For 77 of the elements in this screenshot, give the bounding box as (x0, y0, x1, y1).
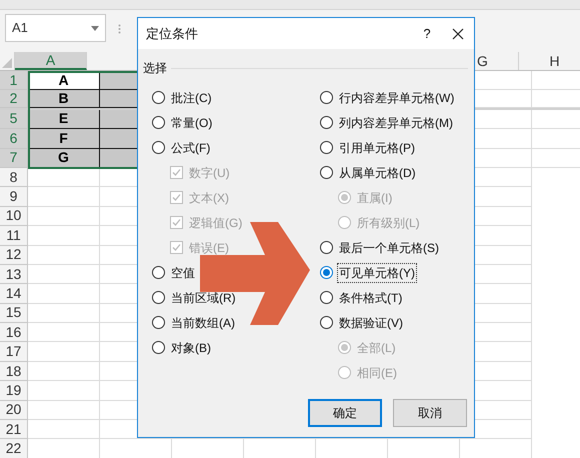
option-label: 直属(I) (356, 190, 394, 206)
option-label: 错误(E) (188, 240, 230, 256)
row-header[interactable]: 2 (0, 90, 28, 108)
help-button[interactable]: ? (412, 24, 442, 44)
window-title: 定位条件 (146, 24, 199, 43)
radio-button[interactable] (152, 316, 165, 329)
option-label: 最后一个单元格(S) (338, 240, 440, 256)
radio-button[interactable] (152, 341, 165, 354)
row-header[interactable]: 14 (0, 284, 28, 304)
table-cell (28, 206, 100, 226)
option-label: 空值 (170, 264, 196, 282)
column-header[interactable]: H (519, 52, 580, 70)
radio-button[interactable] (320, 141, 333, 154)
row-header[interactable]: 20 (0, 400, 28, 420)
table-cell (28, 304, 100, 324)
radio-button[interactable] (320, 266, 333, 279)
row-header[interactable]: 21 (0, 420, 28, 440)
radio-button[interactable] (152, 291, 165, 304)
table-cell: B (28, 90, 100, 108)
radio-button[interactable] (320, 291, 333, 304)
row-header[interactable]: 18 (0, 362, 28, 382)
option-label: 从属单元格(D) (338, 164, 417, 182)
option-label: 行内容差异单元格(W) (338, 90, 456, 106)
group-label: 选择 (143, 60, 167, 77)
radio-button[interactable] (152, 141, 165, 154)
table-cell: E (28, 110, 100, 130)
row-header[interactable]: 5 (0, 110, 28, 130)
option-label: 常量(O) (170, 114, 214, 132)
option-label: 相同(E) (356, 364, 398, 382)
row-header[interactable]: 1 (0, 71, 28, 90)
row-header[interactable]: 7 (0, 148, 28, 168)
option-label: 数字(U) (188, 164, 231, 182)
dialog-button[interactable]: 取消 (393, 399, 467, 427)
row-header[interactable]: 22 (0, 439, 28, 458)
grip-icon (118, 24, 121, 34)
option-label: 文本(X) (188, 190, 230, 206)
close-icon[interactable] (452, 28, 464, 40)
option-label: 公式(F) (170, 140, 212, 156)
row-header[interactable]: 13 (0, 264, 28, 284)
radio-button[interactable] (320, 316, 333, 329)
option-label: 逻辑值(G) (188, 214, 244, 232)
dialog-button[interactable]: 确定 (308, 399, 382, 427)
row-header[interactable]: 16 (0, 323, 28, 342)
option-label: 数据验证(V) (338, 314, 404, 332)
row-header[interactable]: 10 (0, 206, 28, 226)
option-label: 当前数组(A) (170, 314, 236, 332)
row-header[interactable]: 6 (0, 129, 28, 149)
row-header[interactable]: 12 (0, 246, 28, 265)
option-label: 当前区域(R) (170, 290, 237, 306)
radio-button[interactable] (320, 91, 333, 104)
column-header[interactable]: A (15, 52, 87, 70)
table-cell: G (28, 148, 100, 168)
option-label: 列内容差异单元格(M) (338, 114, 454, 132)
radio-button[interactable] (152, 91, 165, 104)
option-label: 全部(L) (356, 340, 397, 356)
option-label: 可见单元格(Y) (337, 262, 417, 282)
row-header[interactable]: 8 (0, 168, 28, 188)
option-label: 所有级别(L) (356, 214, 421, 232)
option-label: 引用单元格(P) (338, 140, 416, 156)
option-label: 批注(C) (170, 90, 213, 106)
radio-button[interactable] (320, 166, 333, 179)
option-label: 对象(B) (170, 340, 212, 356)
row-header[interactable]: 11 (0, 226, 28, 246)
row-header[interactable]: 17 (0, 342, 28, 362)
row-header[interactable]: 19 (0, 381, 28, 401)
row-header[interactable]: 15 (0, 304, 28, 324)
radio-button[interactable] (320, 116, 333, 129)
option-label: 条件格式(T) (338, 290, 404, 306)
radio-button[interactable] (152, 266, 165, 279)
radio-button[interactable] (320, 241, 333, 254)
radio-button[interactable] (152, 116, 165, 129)
row-header[interactable]: 9 (0, 187, 28, 207)
table-cell: F (28, 129, 100, 149)
dropdown-caret-icon (91, 26, 99, 30)
table-cell (28, 400, 100, 420)
table-cell (28, 246, 100, 265)
name-box[interactable]: A1 (5, 14, 106, 42)
